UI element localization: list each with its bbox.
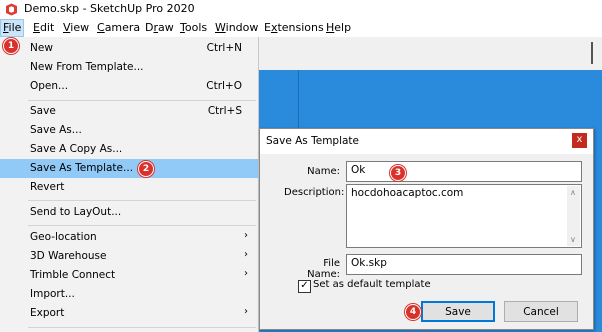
toolbar bbox=[258, 37, 602, 71]
menu-item-open[interactable]: Open... Ctrl+O bbox=[0, 77, 258, 96]
menu-separator bbox=[28, 327, 256, 328]
menu-bar: File Edit View Camera Draw Tools Window … bbox=[0, 19, 602, 37]
name-field[interactable]: Ok bbox=[346, 161, 582, 182]
menu-item-import[interactable]: Import... bbox=[0, 285, 258, 304]
menu-item-export[interactable]: Export › bbox=[0, 304, 258, 323]
menu-separator bbox=[28, 225, 256, 226]
dialog-title-bar: Save As Template x bbox=[260, 129, 593, 154]
scroll-down-icon[interactable]: ∨ bbox=[570, 235, 576, 244]
file-name-label: File Name: bbox=[307, 258, 340, 280]
file-name-field[interactable]: Ok.skp bbox=[346, 254, 582, 275]
menu-item-save-a-copy-as[interactable]: Save A Copy As... bbox=[0, 140, 258, 159]
scroll-up-icon[interactable]: ∧ bbox=[570, 188, 576, 197]
menu-item-trimble-connect[interactable]: Trimble Connect › bbox=[0, 266, 258, 285]
step-badge-2: 2 bbox=[138, 161, 154, 177]
default-template-checkbox[interactable]: ✓ bbox=[298, 280, 311, 293]
default-template-label: Set as default template bbox=[313, 279, 431, 290]
menu-help[interactable]: Help bbox=[326, 21, 351, 34]
menu-camera[interactable]: Camera bbox=[97, 21, 140, 34]
dialog-title: Save As Template bbox=[266, 135, 360, 147]
menu-extensions[interactable]: Extensions bbox=[264, 21, 324, 34]
description-label: Description: bbox=[284, 187, 345, 198]
menu-item-save-as[interactable]: Save As... bbox=[0, 121, 258, 140]
menu-view[interactable]: View bbox=[63, 21, 89, 34]
menu-item-revert[interactable]: Revert bbox=[0, 178, 258, 197]
submenu-arrow-icon: › bbox=[244, 306, 248, 317]
submenu-arrow-icon: › bbox=[244, 268, 248, 279]
menu-draw[interactable]: Draw bbox=[145, 21, 174, 34]
menu-item-send-to-layout[interactable]: Send to LayOut... bbox=[0, 203, 258, 222]
submenu-arrow-icon: › bbox=[244, 249, 248, 260]
step-badge-3: 3 bbox=[390, 165, 406, 181]
menu-window[interactable]: Window bbox=[215, 21, 258, 34]
menu-item-3d-warehouse[interactable]: 3D Warehouse › bbox=[0, 247, 258, 266]
menu-edit[interactable]: Edit bbox=[33, 21, 54, 34]
save-button[interactable]: Save bbox=[421, 301, 495, 322]
menu-separator bbox=[28, 100, 256, 101]
menu-separator bbox=[28, 200, 256, 201]
menu-item-new-from-template[interactable]: New From Template... bbox=[0, 58, 258, 77]
description-field[interactable]: hocdohoacaptoc.com ∧ ∨ bbox=[346, 184, 582, 248]
menu-tools[interactable]: Tools bbox=[180, 21, 207, 34]
name-label: Name: bbox=[307, 166, 340, 177]
step-badge-4: 4 bbox=[405, 304, 421, 320]
description-text: hocdohoacaptoc.com bbox=[351, 187, 464, 199]
step-badge-1: 1 bbox=[3, 38, 19, 54]
menu-item-new[interactable]: New Ctrl+N bbox=[0, 39, 258, 58]
toolbar-grip[interactable] bbox=[591, 42, 593, 64]
menu-file[interactable]: File bbox=[0, 19, 25, 37]
menu-item-save-as-template[interactable]: Save As Template... bbox=[0, 159, 258, 178]
close-icon[interactable]: x bbox=[572, 133, 587, 148]
file-menu: New Ctrl+N New From Template... Open... … bbox=[0, 37, 259, 332]
submenu-arrow-icon: › bbox=[244, 230, 248, 241]
cancel-button[interactable]: Cancel bbox=[504, 301, 578, 322]
title-bar: Demo.skp - SketchUp Pro 2020 bbox=[0, 0, 602, 19]
window-title: Demo.skp - SketchUp Pro 2020 bbox=[24, 2, 195, 15]
menu-item-save[interactable]: Save Ctrl+S bbox=[0, 102, 258, 121]
sketchup-app-icon bbox=[6, 3, 17, 16]
axis-line bbox=[298, 70, 299, 130]
menu-item-geo-location[interactable]: Geo-location › bbox=[0, 228, 258, 247]
description-scrollbar[interactable]: ∧ ∨ bbox=[567, 186, 580, 246]
